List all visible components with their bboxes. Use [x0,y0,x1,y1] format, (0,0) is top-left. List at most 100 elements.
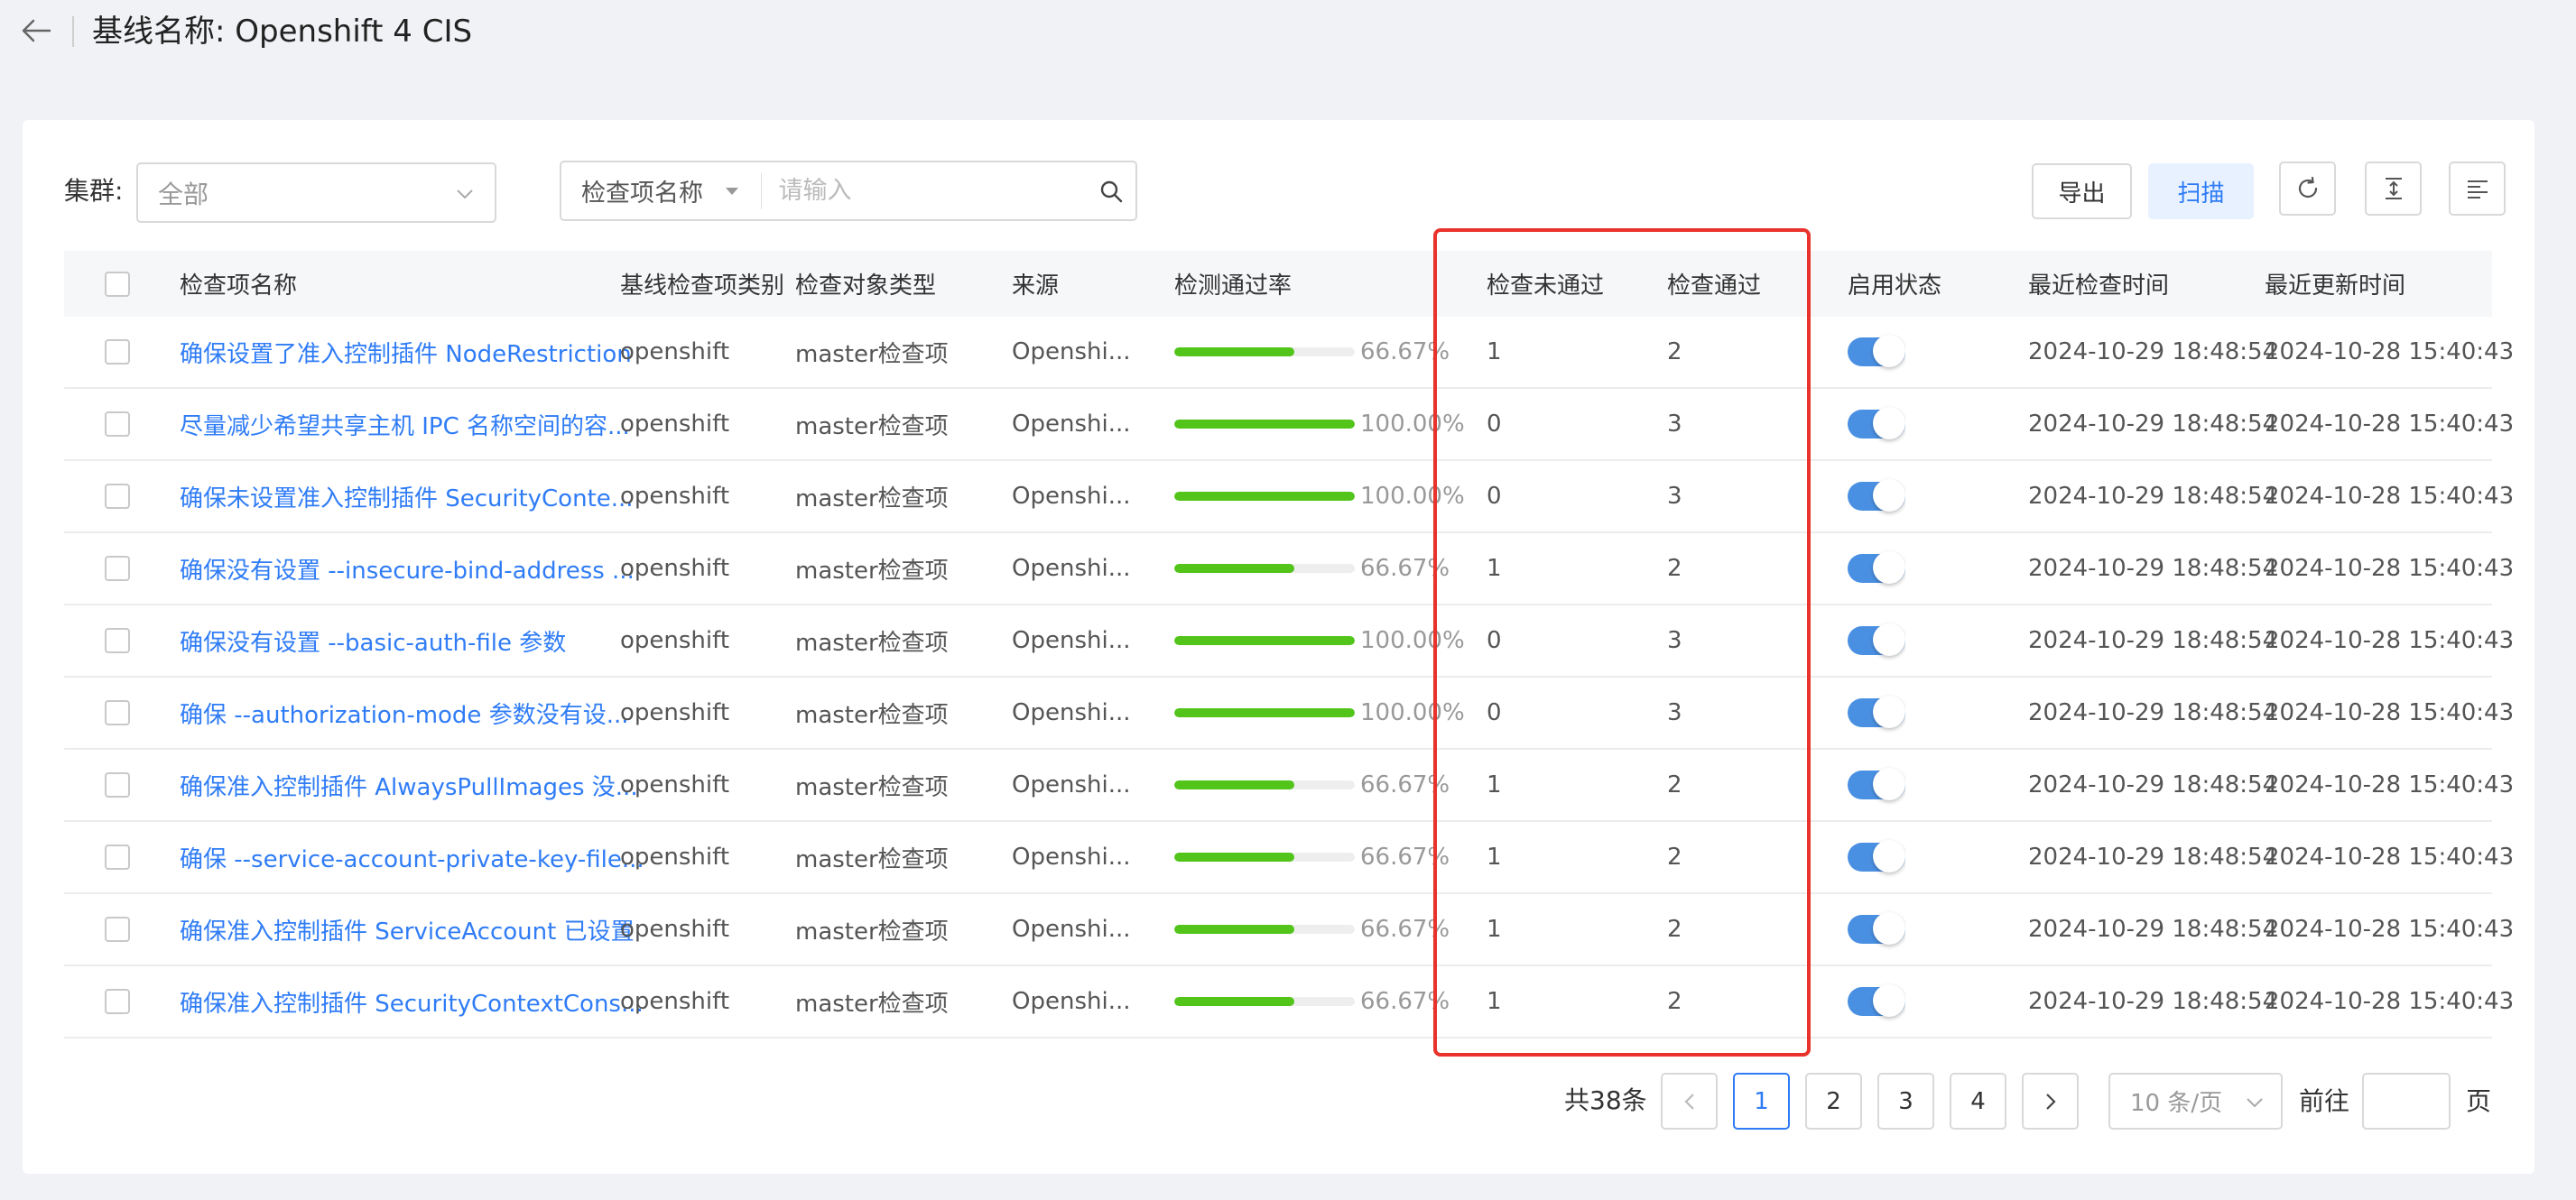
table-row: 确保 --service-account-private-key-file...… [64,822,2514,894]
category-cell: openshift [620,916,730,943]
row-checkbox[interactable] [105,484,130,509]
passed-count-cell-wrap: 2 [1667,966,1682,1037]
enabled-toggle[interactable] [1848,840,1905,872]
row-select-cell [105,461,130,531]
failed-count-cell: 0 [1487,699,1502,726]
category-cell-wrap: openshift [620,894,729,965]
last-check-time-cell: 2024-10-29 18:48:54 [2028,916,2278,943]
row-checkbox[interactable] [105,845,130,870]
enabled-toggle[interactable] [1848,551,1905,584]
row-checkbox[interactable] [105,700,130,725]
row-select-cell [105,750,130,820]
source-cell-wrap: Openshi... [1012,678,1131,748]
row-checkbox[interactable] [105,917,130,942]
pass-rate-label: 66.67% [1360,988,1450,1015]
export-button[interactable]: 导出 [2032,163,2132,219]
passed-count-cell: 2 [1667,844,1682,871]
pass-rate-bar [1174,420,1355,429]
enabled-toggle[interactable] [1848,623,1905,656]
last-update-time-cell-wrap: 2024-10-28 15:40:43 [2265,461,2514,531]
select-all-checkbox[interactable] [105,271,130,297]
category-cell-wrap: openshift [620,605,729,676]
column-header: 最近检查时间 [2028,272,2170,300]
refresh-button[interactable] [2279,162,2336,216]
check-item-name-link-wrap: 确保没有设置 --insecure-bind-address ... [180,533,635,604]
check-item-name-link[interactable]: 尽量减少希望共享主机 IPC 名称空间的容... [180,408,630,441]
failed-count-cell: 1 [1487,988,1502,1015]
object-type-cell-wrap: master检查项 [795,533,949,604]
toggle-knob [1873,840,1905,872]
check-item-name-link[interactable]: 确保设置了准入控制插件 NodeRestriction [180,336,632,369]
search-field-value: 检查项名称 [581,180,703,208]
row-select-cell [105,894,130,965]
page-button-1[interactable]: 1 [1733,1073,1790,1130]
check-item-name-link[interactable]: 确保没有设置 --insecure-bind-address ... [180,552,635,586]
density-button[interactable] [2365,162,2422,216]
last-check-time-cell-wrap: 2024-10-29 18:48:54 [2028,389,2277,459]
category-cell: openshift [620,627,730,654]
enabled-toggle[interactable] [1848,335,1905,367]
table-row: 确保未设置准入控制插件 SecurityConte... openshift mas… [64,461,2514,533]
check-items-table: 检查项名称 基线检查项类别 检查对象类型 来源 检测通过率 检查未通过 检查通过… [64,251,2514,1038]
failed-count-cell-wrap: 1 [1487,822,1502,892]
cluster-label: 集群: [64,176,124,206]
check-item-name-link[interactable]: 确保 --authorization-mode 参数没有设... [180,697,629,730]
scan-button[interactable]: 扫描 [2148,163,2254,219]
row-checkbox[interactable] [105,556,130,581]
check-item-name-link[interactable]: 确保没有设置 --basic-auth-file 参数 [180,624,566,658]
object-type-cell-wrap: master检查项 [795,461,949,531]
passed-count-cell: 2 [1667,771,1682,798]
enabled-toggle[interactable] [1848,407,1905,439]
check-item-name-link[interactable]: 确保 --service-account-private-key-file... [180,841,644,874]
page-button-2[interactable]: 2 [1805,1073,1862,1130]
failed-count-cell-wrap: 0 [1487,461,1502,531]
search-input[interactable] [762,162,1088,219]
pass-rate-bar [1174,780,1355,789]
search-icon[interactable] [1087,162,1135,219]
page-button-4[interactable]: 4 [1950,1073,2006,1130]
enabled-toggle[interactable] [1848,479,1905,512]
pass-rate-bar [1174,347,1355,356]
check-item-name-link[interactable]: 确保准入控制插件 AlwaysPullImages 没... [180,769,638,802]
last-update-time-cell-wrap: 2024-10-28 15:40:43 [2265,317,2514,387]
enabled-toggle[interactable] [1848,912,1905,945]
last-check-time-cell-wrap: 2024-10-29 18:48:54 [2028,822,2277,892]
row-checkbox[interactable] [105,628,130,653]
next-page-button[interactable] [2022,1073,2079,1130]
pass-rate-cell: 66.67% [1174,822,1450,892]
pass-rate-bar [1174,997,1355,1006]
last-check-time-cell: 2024-10-29 18:48:54 [2028,844,2278,871]
category-cell: openshift [620,483,730,510]
object-type-cell-wrap: master检查项 [795,750,949,820]
last-update-time-cell: 2024-10-28 15:40:43 [2265,555,2515,582]
cluster-select[interactable]: 全部 [136,162,496,223]
row-checkbox[interactable] [105,989,130,1014]
back-button[interactable] [16,11,56,51]
search-group: 检查项名称 [560,161,1137,221]
caret-down-icon [725,188,738,195]
pass-rate-bar [1174,925,1355,934]
last-update-time-cell-wrap: 2024-10-28 15:40:43 [2265,605,2514,676]
row-checkbox[interactable] [105,772,130,798]
enabled-toggle[interactable] [1848,696,1905,728]
passed-count-cell: 3 [1667,411,1682,438]
check-item-name-link[interactable]: 确保准入控制插件 ServiceAccount 已设置 [180,913,635,946]
column-settings-button[interactable] [2449,162,2506,216]
page-size-select[interactable]: 10 条/页 [2108,1073,2283,1130]
prev-page-button[interactable] [1661,1073,1718,1130]
check-item-name-link[interactable]: 确保未设置准入控制插件 SecurityConte... [180,480,634,513]
column-header: 基线检查项类别 [620,272,785,300]
pass-rate-cell: 66.67% [1174,533,1450,604]
last-check-time-cell: 2024-10-29 18:48:54 [2028,555,2278,582]
source-cell: Openshi... [1012,699,1131,726]
check-item-name-link-wrap: 确保未设置准入控制插件 SecurityConte... [180,461,634,531]
enabled-toggle[interactable] [1848,984,1905,1017]
search-field-select[interactable]: 检查项名称 [561,162,761,219]
enabled-toggle[interactable] [1848,768,1905,800]
page-button-3[interactable]: 3 [1877,1073,1934,1130]
row-checkbox[interactable] [105,339,130,365]
object-type-cell: master检查项 [795,557,949,585]
goto-page-input[interactable] [2362,1073,2451,1130]
row-checkbox[interactable] [105,411,130,437]
check-item-name-link[interactable]: 确保准入控制插件 SecurityContextCons... [180,985,644,1019]
